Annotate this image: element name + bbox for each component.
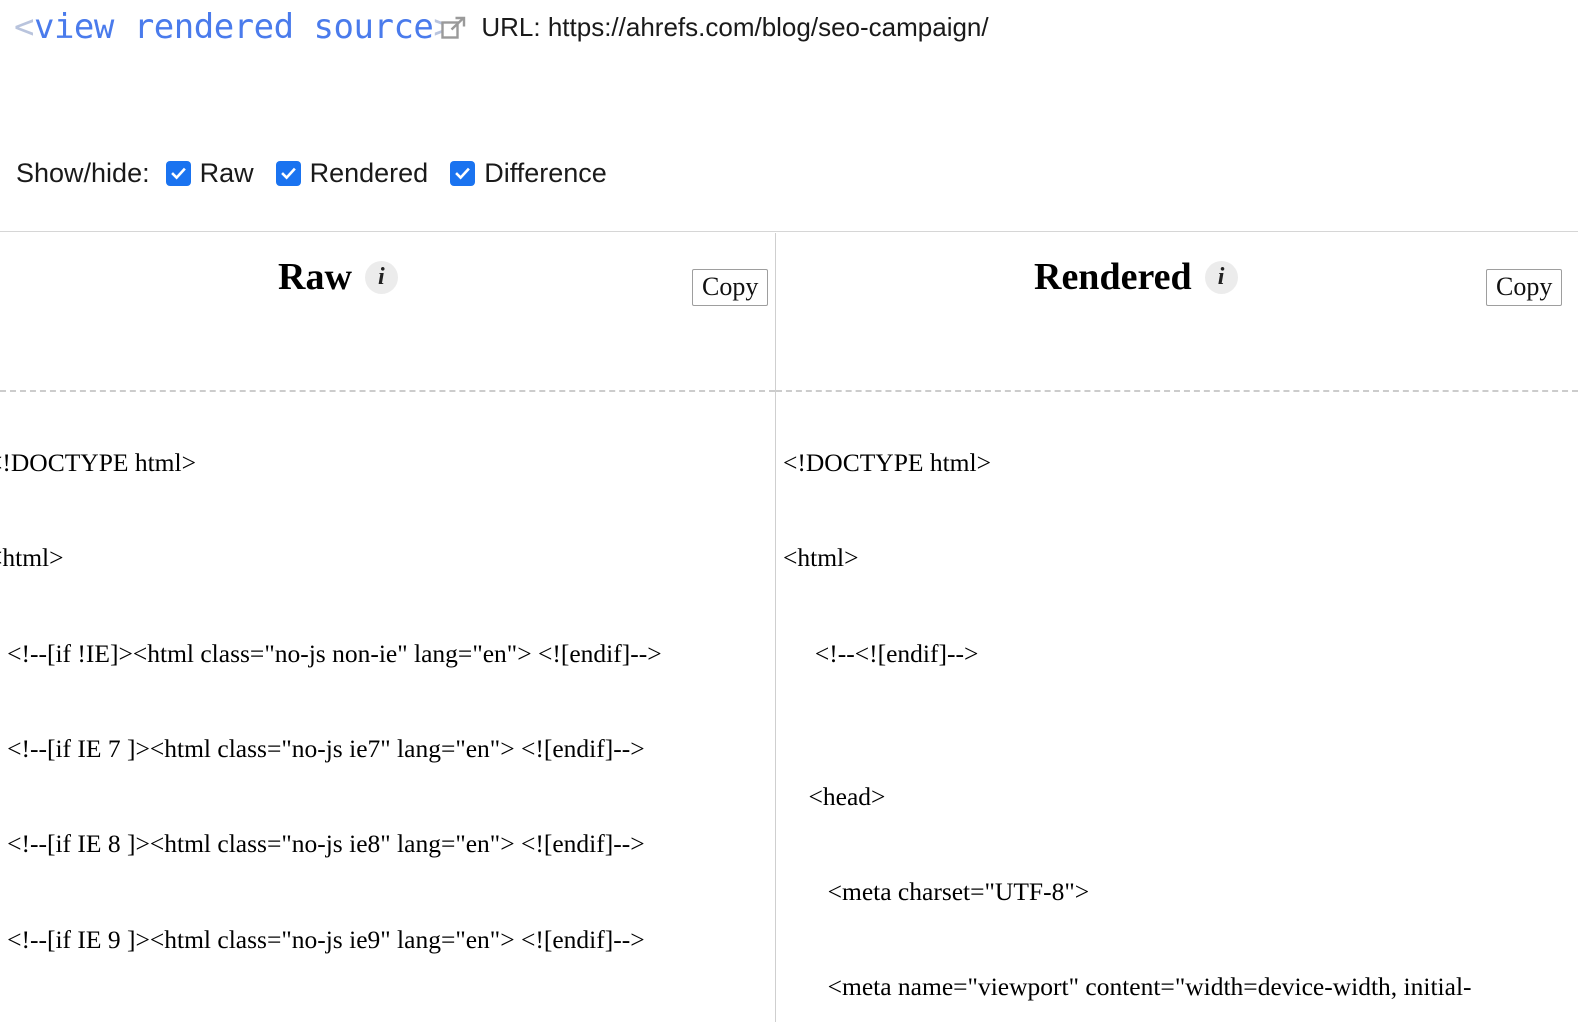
brand-row: <view rendered source> URL: https://ahre… — [14, 10, 989, 44]
code-line: <html> — [783, 543, 859, 573]
show-hide-controls: Show/hide: Raw Rendered Difference — [16, 160, 629, 187]
pane-rendered-title-group: Rendered i — [1034, 258, 1238, 296]
code-line: <meta name="viewport" content="width=dev… — [783, 972, 1472, 1022]
code-line: <html> — [0, 543, 64, 573]
pane-raw: Raw i Copy <!DOCTYPE html> <html> <!--[i… — [0, 233, 776, 1022]
code-line: <!--<![endif]--> — [783, 638, 979, 668]
info-icon[interactable]: i — [1204, 260, 1238, 294]
code-line: <!--[if gt IE 9]><!--> — [0, 1011, 775, 1022]
app-logo[interactable]: <view rendered source> — [14, 7, 454, 47]
checkbox-raw-box[interactable] — [165, 161, 191, 186]
external-link-icon[interactable] — [441, 15, 467, 41]
pane-rendered-header: Rendered i Copy — [776, 233, 1578, 392]
code-line: <!DOCTYPE html> — [0, 448, 196, 477]
pane-rendered-code: <!DOCTYPE html> <html> <!--<![endif]--> … — [776, 391, 1578, 1022]
code-line: <meta charset="UTF-8"> — [783, 877, 1090, 907]
code-line: <!--[if IE 7 ]><html class="no-js ie7" l… — [0, 734, 645, 764]
info-icon[interactable]: i — [364, 260, 398, 294]
pane-raw-title-group: Raw i — [278, 258, 398, 296]
checkbox-difference-box[interactable] — [450, 161, 476, 186]
code-line: <!--[if IE 8 ]><html class="no-js ie8" l… — [0, 829, 645, 859]
checkbox-raw-label: Raw — [199, 158, 254, 188]
comparison-panes: Raw i Copy <!DOCTYPE html> <html> <!--[i… — [0, 233, 1578, 1022]
pane-raw-header: Raw i Copy — [0, 233, 775, 392]
page-url: URL: https://ahrefs.com/blog/seo-campaig… — [481, 12, 989, 42]
logo-open-bracket: < — [14, 7, 34, 47]
show-hide-label: Show/hide: — [16, 158, 150, 188]
top-bar: <view rendered source> URL: https://ahre… — [0, 0, 1578, 232]
checkbox-difference-label: Difference — [484, 158, 607, 188]
checkbox-difference[interactable]: Difference — [450, 160, 607, 187]
code-line: <!--[if IE 9 ]><html class="no-js ie9" l… — [0, 924, 645, 954]
checkbox-rendered[interactable]: Rendered — [275, 158, 429, 188]
pane-raw-title: Raw — [278, 256, 352, 298]
pane-rendered: Rendered i Copy <!DOCTYPE html> <html> <… — [776, 233, 1578, 1022]
pane-raw-code-scroll[interactable]: <!DOCTYPE html> <html> <!--[if !IE]><htm… — [0, 391, 775, 1022]
copy-raw-button[interactable]: Copy — [692, 269, 769, 307]
code-line: <!--[if !IE]><html class="no-js non-ie" … — [0, 638, 662, 668]
checkbox-rendered-label: Rendered — [309, 158, 429, 188]
code-line: <!DOCTYPE html> — [783, 448, 991, 477]
pane-raw-code: <!DOCTYPE html> <html> <!--[if !IE]><htm… — [0, 391, 775, 1022]
checkbox-raw[interactable]: Raw — [165, 158, 254, 188]
logo-text: view rendered source — [33, 7, 434, 47]
code-line: <head> — [783, 781, 886, 811]
checkbox-rendered-box[interactable] — [275, 161, 301, 186]
copy-rendered-button[interactable]: Copy — [1486, 269, 1563, 307]
pane-rendered-code-scroll[interactable]: <!DOCTYPE html> <html> <!--<![endif]--> … — [776, 391, 1578, 1022]
pane-rendered-title: Rendered — [1034, 256, 1192, 298]
